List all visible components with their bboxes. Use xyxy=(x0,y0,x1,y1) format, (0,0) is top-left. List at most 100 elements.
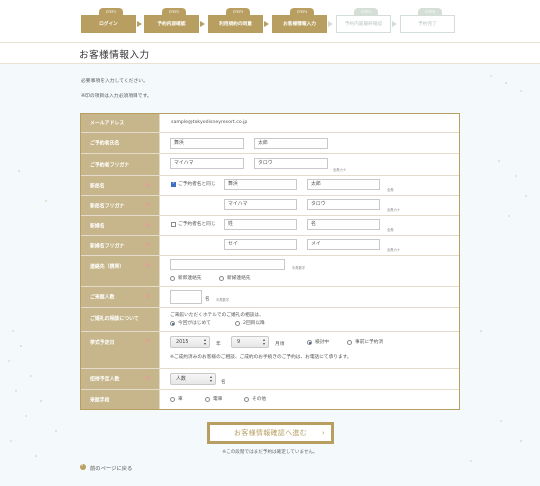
date-considering-label: 検討中 xyxy=(315,340,330,345)
transport-car-label: 車 xyxy=(178,397,183,402)
required-mark: ※ xyxy=(145,202,150,209)
required-mark: ※ xyxy=(145,242,150,249)
step-label: ログイン xyxy=(81,15,136,33)
halfwidth-hint: 半角数字 xyxy=(292,266,306,270)
step-2: STEP2 予約内容確認 xyxy=(144,8,204,34)
consult-question: ご来館いただくホテルでのご婚礼の相談は、 xyxy=(170,313,264,318)
step-arrow-icon xyxy=(200,21,205,27)
booker-first-name-field[interactable]: 太郎 xyxy=(254,138,328,149)
row-groom-kana: 新郎名フリガナ ※ マイハマ タロウ 全角カナ xyxy=(81,196,459,216)
date-reserved-radio[interactable] xyxy=(347,340,352,345)
guest-count-unit: 名 xyxy=(221,380,226,385)
row-groom-name: 新郎名 ※ ご予約者名と同じ 舞浜 太郎 全角 xyxy=(81,176,459,196)
booker-last-kana-field[interactable]: マイハマ xyxy=(170,158,244,169)
groom-first-kana-field[interactable]: タロウ xyxy=(307,199,380,210)
zenkaku-hint: 全角 xyxy=(387,228,394,232)
transport-train-radio[interactable] xyxy=(205,397,210,402)
required-mark: ※ xyxy=(145,222,150,229)
reservation-not-confirmed-note: ※この段階ではまだ予約は確定していません。 xyxy=(222,450,318,455)
phone-field[interactable] xyxy=(170,259,285,270)
select-arrows-icon: ▴ ▾ xyxy=(262,337,265,346)
year-select[interactable]: 2015 ▴ ▾ xyxy=(170,336,210,348)
wedding-date-label: 挙式予定日 xyxy=(90,340,115,346)
title-bar: お客様情報入力 xyxy=(0,42,540,64)
kana-hint: 全角カナ xyxy=(387,208,401,212)
kana-hint: 全角カナ xyxy=(333,168,347,172)
bride-last-kana-field[interactable]: セイ xyxy=(224,239,297,250)
groom-last-name-field[interactable]: 舞浜 xyxy=(224,179,297,190)
proceed-to-confirm-button[interactable]: お客様情報確認へ進む › xyxy=(207,422,334,444)
instruction-text: 必要事項を入力してください。 xyxy=(81,79,148,84)
back-link-label: 前のページに戻る xyxy=(90,466,133,472)
step-label: 予約完了 xyxy=(400,15,455,33)
required-mark: ※ xyxy=(145,376,150,382)
zenkaku-hint: 全角 xyxy=(387,188,394,192)
row-bride-name: 新婦名 ※ ご予約者名と同じ 姓 名 全角 xyxy=(81,216,459,236)
consult-second-label: 2回目以降 xyxy=(243,321,265,326)
email-label: メールアドレス xyxy=(90,120,125,127)
row-wedding-date: 挙式予定日 ※ 2015 ▴ ▾ 年 9 ▴ ▾ 月頃 検討中 事前に予約済 ※ご成約済み… xyxy=(81,332,459,369)
required-mark: ※ xyxy=(145,182,150,189)
transport-car-radio[interactable] xyxy=(170,397,175,402)
row-guest-count: 招待予定人数 ※ 人数 ▴ ▾ 名 xyxy=(81,369,459,390)
page-title: お客様情報入力 xyxy=(79,50,150,61)
bride-name-label: 新婦名 xyxy=(90,223,105,229)
date-considering-radio[interactable] xyxy=(307,340,312,345)
bride-first-kana-field[interactable]: メイ xyxy=(307,239,380,250)
groom-last-kana-field[interactable]: マイハマ xyxy=(224,199,297,210)
guests-unit: 名 xyxy=(205,297,210,302)
phone-groom-label: 新郎連絡先 xyxy=(178,276,202,281)
row-email: メールアドレス sample@tokyodisneyresort.co.jp xyxy=(81,114,459,133)
month-select[interactable]: 9 ▴ ▾ xyxy=(231,336,269,348)
guest-count-label: 招待予定人数 xyxy=(90,376,120,383)
consult-first-radio[interactable] xyxy=(170,321,175,326)
bride-last-name-field[interactable]: 姓 xyxy=(224,219,297,230)
row-booker-kana: ご予約者フリガナ マイハマ タロウ 全角カナ xyxy=(81,154,459,176)
step-label: 予約内容最終確認 xyxy=(336,15,391,33)
step-label: 利用規約の同意 xyxy=(208,15,263,33)
row-consult: ご婚礼の相談について ご来館いただくホテルでのご婚礼の相談は、 今回がはじめて … xyxy=(81,308,459,332)
phone-label: 連絡先（携帯） xyxy=(90,264,125,270)
step-4: STEP4 お客様情報入力 xyxy=(272,8,332,34)
bride-kana-label: 新婦名フリガナ xyxy=(90,243,125,249)
halfwidth-hint: 半角数字 xyxy=(216,298,230,302)
step-3: STEP3 利用規約の同意 xyxy=(208,8,268,34)
guests-field[interactable] xyxy=(170,290,202,304)
booker-first-kana-field[interactable]: タロウ xyxy=(254,158,328,169)
booker-last-name-field[interactable]: 舞浜 xyxy=(170,138,244,149)
select-arrows-icon: ▴ ▾ xyxy=(203,337,206,346)
customer-info-form: メールアドレス sample@tokyodisneyresort.co.jp ご… xyxy=(80,113,460,410)
step-1: STEP1 ログイン xyxy=(81,8,141,34)
phone-bride-radio[interactable] xyxy=(219,276,224,281)
chevron-right-icon: › xyxy=(321,429,325,437)
month-value: 9 xyxy=(237,339,241,345)
booker-name-label: ご予約者氏名 xyxy=(90,140,120,147)
bride-same-checkbox[interactable] xyxy=(171,222,176,227)
row-booker-name: ご予約者氏名 舞浜 太郎 xyxy=(81,133,459,154)
step-arrow-icon xyxy=(328,21,333,27)
required-mark: ※ xyxy=(145,263,150,269)
proceed-button-label: お客様情報確認へ進む xyxy=(234,429,307,437)
email-value: sample@tokyodisneyresort.co.jp xyxy=(171,120,248,125)
transport-other-radio[interactable] xyxy=(244,397,249,402)
transport-train-label: 電車 xyxy=(213,397,223,402)
row-bride-kana: 新婦名フリガナ ※ セイ メイ 全角カナ xyxy=(81,236,459,256)
step-arrow-icon xyxy=(264,21,269,27)
step-5: STEP5 予約内容最終確認 xyxy=(336,8,396,34)
phone-groom-radio[interactable] xyxy=(170,276,175,281)
guest-count-select[interactable]: 人数 ▴ ▾ xyxy=(170,373,216,385)
guest-count-value: 人数 xyxy=(176,376,186,382)
consult-first-label: 今回がはじめて xyxy=(178,321,211,326)
required-note: ※印の項目は入力必須項目です。 xyxy=(81,94,152,99)
consult-second-radio[interactable] xyxy=(235,321,240,326)
wedding-date-note: ※ご成約済みのお客様のご相談、ご成約のお手続きのご予約は、お電話にて承ります。 xyxy=(170,355,352,360)
transport-other-label: その他 xyxy=(252,397,267,402)
groom-same-label: ご予約者名と同じ xyxy=(178,182,216,187)
bride-first-name-field[interactable]: 名 xyxy=(307,219,380,230)
groom-first-name-field[interactable]: 太郎 xyxy=(307,179,380,190)
step-6: STEP6 予約完了 xyxy=(400,8,460,34)
groom-name-label: 新郎名 xyxy=(90,183,105,189)
groom-same-checkbox[interactable] xyxy=(171,181,176,187)
row-phone: 連絡先（携帯） ※ 半角数字 新郎連絡先 新婦連絡先 xyxy=(81,256,459,287)
back-arrow-icon xyxy=(80,462,86,470)
